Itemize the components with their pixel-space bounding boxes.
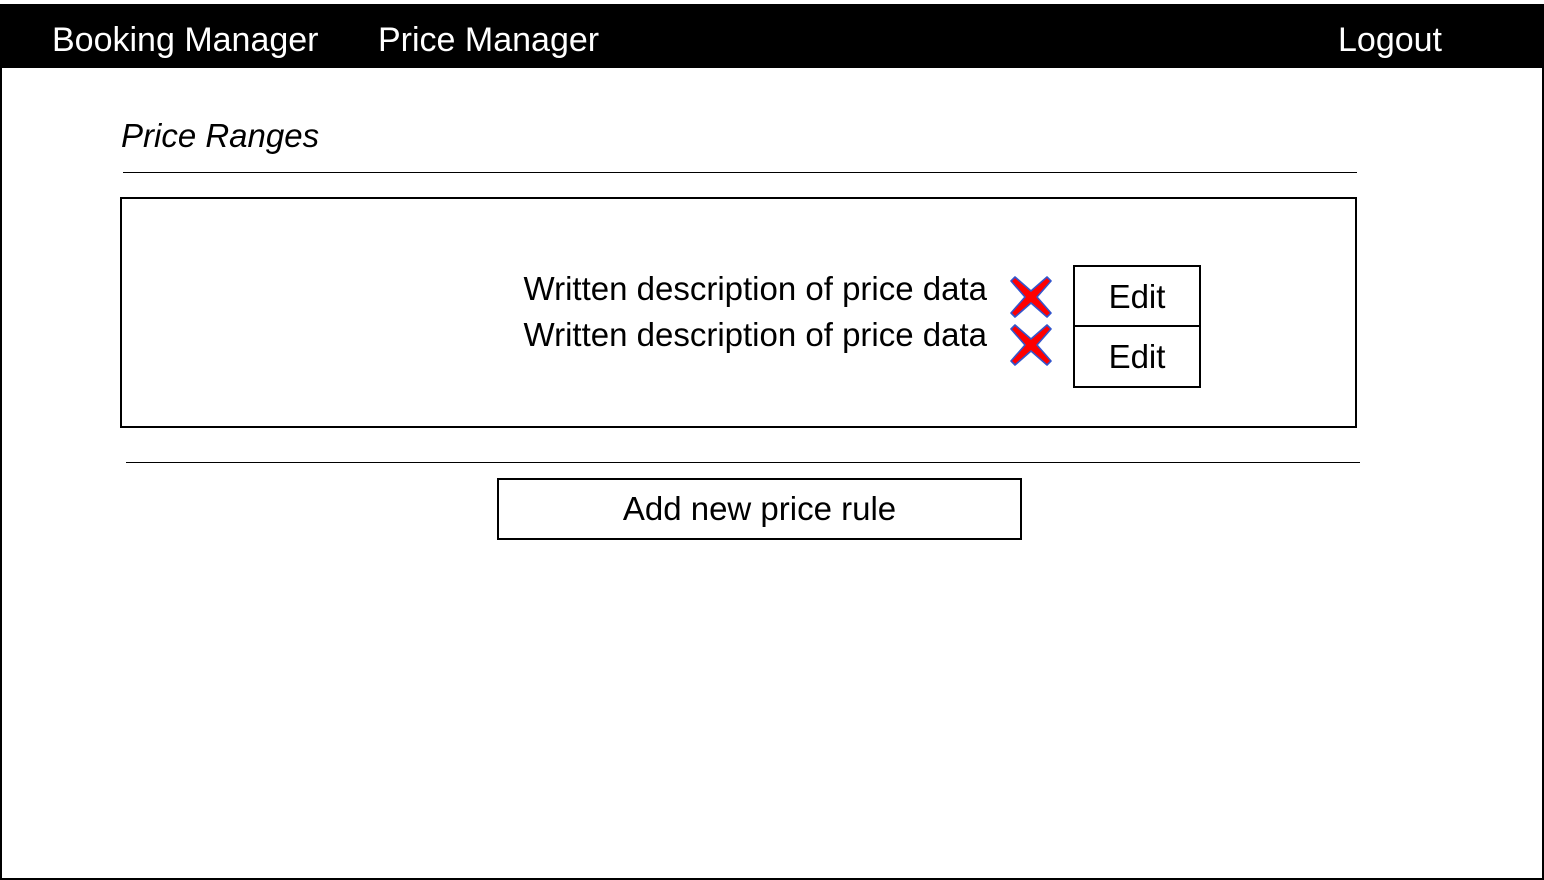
- edit-button[interactable]: Edit: [1073, 325, 1201, 388]
- nav-booking-manager[interactable]: Booking Manager: [52, 20, 319, 60]
- price-rules-list: Written description of price data Writte…: [120, 197, 1357, 428]
- nav-price-manager[interactable]: Price Manager: [378, 20, 599, 60]
- logout-link[interactable]: Logout: [1338, 20, 1442, 60]
- edit-button[interactable]: Edit: [1073, 265, 1201, 328]
- price-rule-description: Written description of price data: [523, 270, 987, 307]
- divider-top: [123, 172, 1357, 173]
- page-title: Price Ranges: [121, 117, 320, 154]
- price-rule-description: Written description of price data: [523, 316, 987, 353]
- add-price-rule-button[interactable]: Add new price rule: [497, 478, 1022, 540]
- divider-bottom: [126, 462, 1360, 463]
- delete-icon[interactable]: [1009, 323, 1053, 367]
- top-navbar: Booking Manager Price Manager Logout: [2, 6, 1542, 68]
